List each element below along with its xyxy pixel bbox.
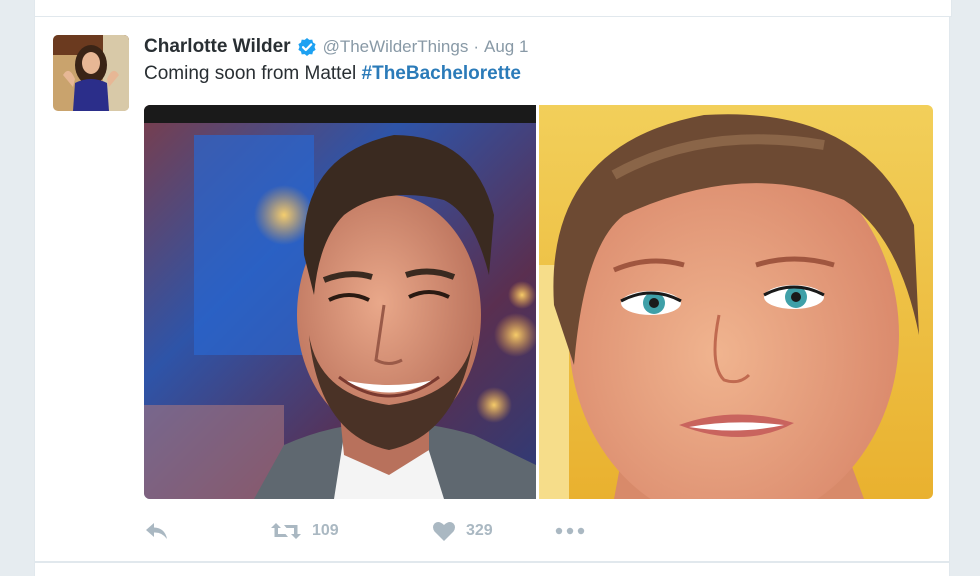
tweet-media[interactable] (144, 105, 933, 499)
retweet-button[interactable]: 109 (270, 517, 339, 545)
avatar-image (53, 35, 129, 111)
previous-tweet-card (34, 0, 952, 17)
verified-badge-icon (297, 37, 317, 57)
heart-icon (432, 520, 456, 542)
tweet-header: Charlotte Wilder @TheWilderThings · Aug … (144, 35, 528, 59)
like-count: 329 (466, 522, 493, 539)
tweet-card[interactable]: Charlotte Wilder @TheWilderThings · Aug … (34, 16, 950, 562)
avatar[interactable] (53, 35, 129, 111)
author-handle[interactable]: @TheWilderThings (323, 37, 469, 57)
header-separator: · (473, 37, 479, 56)
left-photo (144, 105, 538, 499)
reply-button[interactable] (144, 517, 170, 545)
tweet-text: Coming soon from Mattel #TheBachelorette (144, 63, 521, 85)
tweet-timestamp[interactable]: Aug 1 (484, 37, 528, 57)
tweet-text-body: Coming soon from Mattel (144, 63, 362, 84)
timeline: Charlotte Wilder @TheWilderThings · Aug … (0, 0, 980, 576)
more-dots-icon (554, 520, 586, 542)
retweet-count: 109 (312, 522, 339, 539)
more-button[interactable] (554, 517, 586, 545)
hashtag-link[interactable]: #TheBachelorette (362, 63, 521, 84)
retweet-icon (270, 520, 302, 542)
media-photos (144, 105, 933, 499)
next-tweet-card (34, 562, 950, 576)
author-name[interactable]: Charlotte Wilder (144, 36, 291, 58)
reply-icon (144, 520, 170, 542)
like-button[interactable]: 329 (432, 517, 493, 545)
right-photo (539, 105, 933, 499)
tweet-actions: 109 329 (144, 517, 644, 545)
